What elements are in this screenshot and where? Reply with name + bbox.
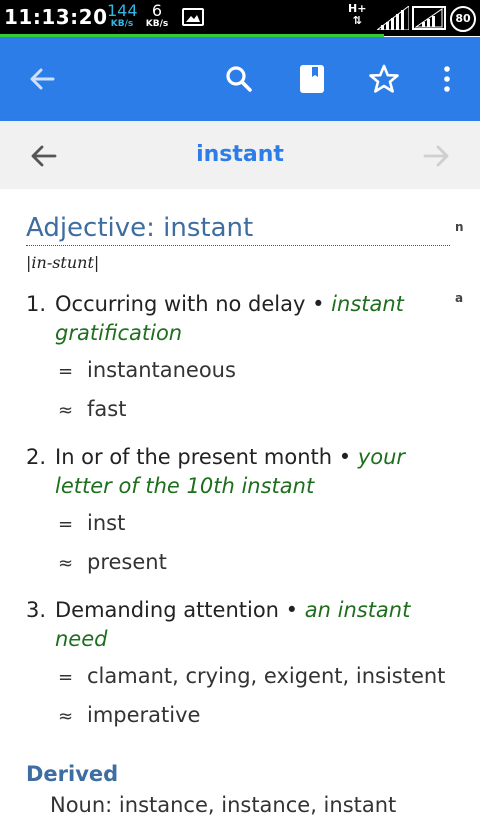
arrow-left-icon — [31, 145, 57, 167]
data-arrows-icon: ⇅ — [352, 14, 362, 27]
similar-list[interactable]: present — [87, 550, 167, 574]
more-options-button[interactable] — [427, 59, 467, 99]
word-title: instant — [196, 142, 284, 167]
synonym-symbol: = — [58, 667, 74, 688]
definition-content[interactable]: Adjective: instant n a |in-stunt| 1. Occ… — [0, 189, 480, 817]
search-icon — [226, 66, 252, 92]
upload-speed-unit: KB/s — [110, 19, 134, 29]
status-time: 11:13:20 — [4, 5, 108, 29]
back-button[interactable] — [22, 59, 62, 99]
side-index-marker-a[interactable]: a — [455, 291, 463, 305]
derived-heading: Derived — [26, 762, 119, 786]
synonym-list[interactable]: instantaneous — [87, 358, 236, 382]
upload-speed-value: 144 — [107, 1, 138, 20]
sense-item: 3. Demanding attention • an instant need — [26, 596, 446, 654]
sense-definition: In or of the present month — [55, 445, 333, 469]
star-icon — [369, 64, 399, 93]
word-navigation-bar: instant — [0, 121, 480, 189]
previous-word-button[interactable] — [28, 141, 58, 175]
search-button[interactable] — [219, 59, 259, 99]
more-vert-icon — [444, 66, 450, 92]
next-word-button[interactable] — [422, 141, 452, 175]
synonym-line: = instantaneous — [58, 356, 236, 386]
sense-text: Demanding attention • an instant need — [55, 598, 411, 651]
sense-number: 3. — [26, 598, 47, 622]
sense-number: 1. — [26, 292, 47, 316]
entry-heading: Adjective: instant — [26, 213, 450, 246]
synonym-symbol: = — [58, 361, 74, 382]
bookmark-button[interactable] — [292, 59, 332, 99]
synonym-list[interactable]: inst — [87, 511, 125, 535]
signal-icon-2 — [412, 6, 446, 34]
status-bar: 11:13:20 144 KB/s 6 KB/s H+ ⇅ 80 — [0, 0, 480, 37]
side-index-marker-n[interactable]: n — [455, 220, 464, 234]
similar-symbol: ≈ — [58, 706, 74, 727]
battery-icon: 80 — [450, 6, 476, 32]
gallery-notification-icon — [182, 8, 204, 26]
bookmark-icon — [300, 65, 324, 93]
derived-list-partial[interactable]: Noun: instance, instance, instant — [50, 793, 396, 817]
download-speed-unit: KB/s — [145, 19, 169, 29]
synonym-list[interactable]: clamant, crying, exigent, insistent — [87, 664, 445, 688]
similar-line: ≈ imperative — [58, 701, 200, 731]
sense-definition: Occurring with no delay — [55, 292, 306, 316]
similar-symbol: ≈ — [58, 553, 74, 574]
arrow-right-icon — [423, 145, 449, 167]
sense-number: 2. — [26, 445, 47, 469]
sense-text: Occurring with no delay • instant gratif… — [55, 292, 404, 345]
sense-definition: Demanding attention — [55, 598, 279, 622]
synonym-line: = clamant, crying, exigent, insistent — [58, 662, 445, 692]
similar-list[interactable]: imperative — [87, 703, 200, 727]
signal-icon — [375, 5, 410, 34]
similar-symbol: ≈ — [58, 400, 74, 421]
sense-item: 1. Occurring with no delay • instant gra… — [26, 290, 446, 348]
synonym-symbol: = — [58, 514, 74, 535]
similar-line: ≈ present — [58, 548, 167, 578]
back-arrow-icon — [30, 68, 55, 90]
sense-item: 2. In or of the present month • your let… — [26, 443, 446, 501]
favorite-button[interactable] — [364, 59, 404, 99]
download-speed-value: 6 — [151, 1, 163, 20]
download-speed: 6 KB/s — [143, 3, 171, 29]
app-bar — [0, 37, 480, 121]
upload-speed: 144 KB/s — [107, 1, 138, 29]
network-type: H+ ⇅ — [348, 3, 366, 27]
synonym-line: = inst — [58, 509, 125, 539]
similar-line: ≈ fast — [58, 395, 126, 425]
sense-text: In or of the present month • your letter… — [55, 445, 406, 498]
pronunciation: |in-stunt| — [26, 253, 100, 272]
similar-list[interactable]: fast — [87, 397, 126, 421]
